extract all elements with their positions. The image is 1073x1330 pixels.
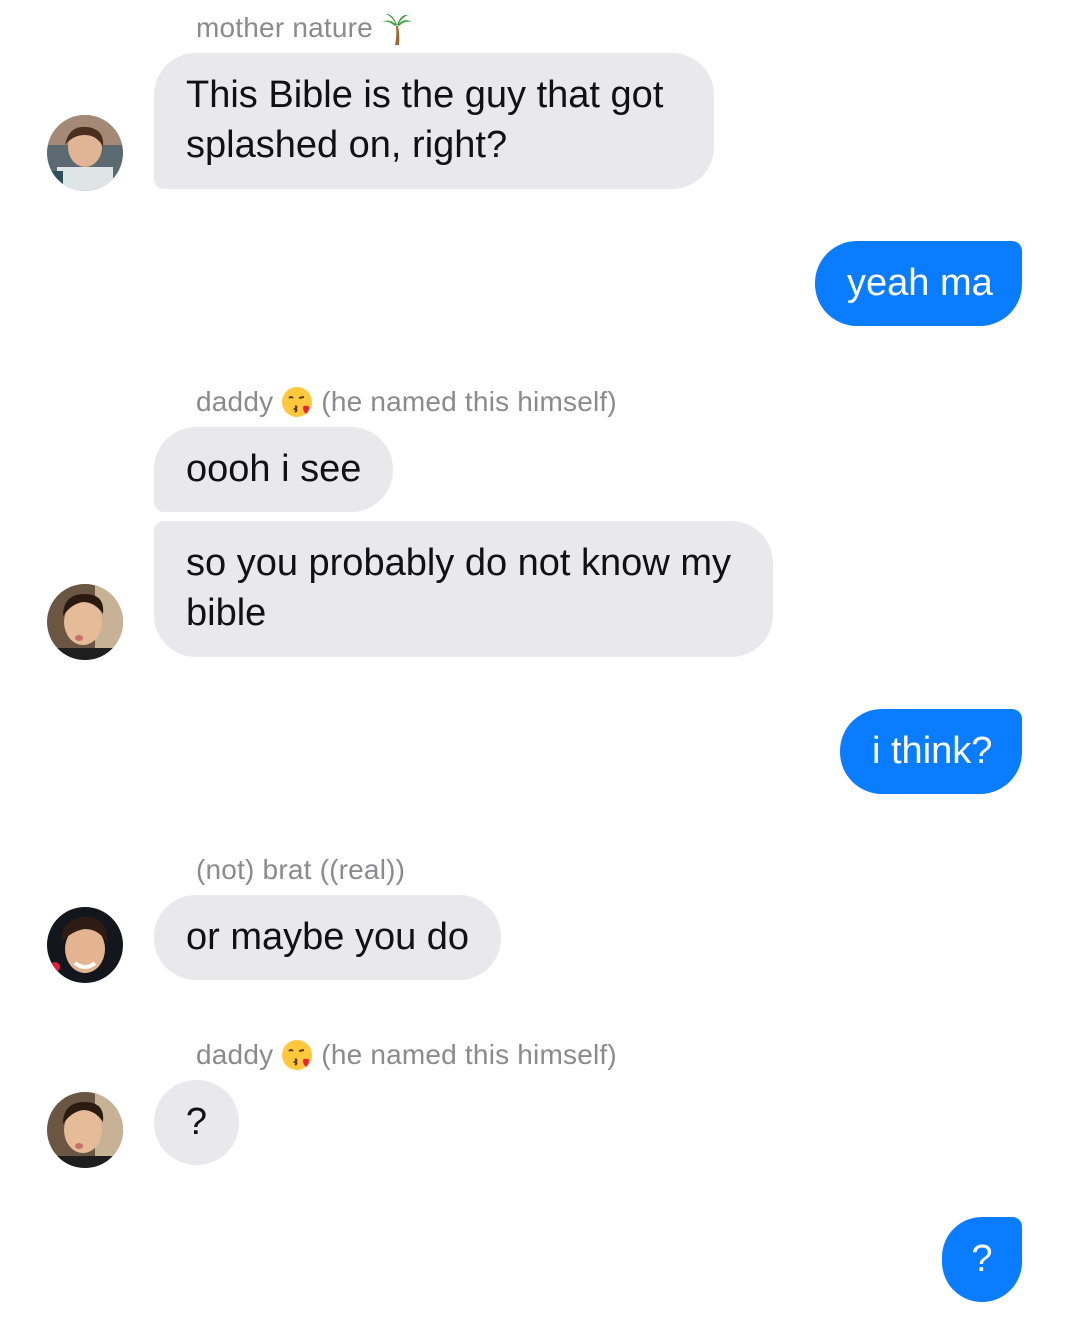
sender-note: (he named this himself)	[321, 1039, 617, 1070]
message-bubble[interactable]: oooh i see	[154, 427, 393, 512]
avatar[interactable]	[47, 907, 123, 983]
kissing-face-icon	[281, 386, 313, 418]
message-text-line: so you probably do not know my	[186, 542, 731, 584]
message-text-line: bible	[186, 592, 267, 634]
message-bubble[interactable]: yeah ma	[815, 241, 1022, 326]
sender-name-text: daddy	[196, 1039, 274, 1070]
message-text-line: splashed on, right?	[186, 124, 508, 166]
message-bubble[interactable]: ?	[942, 1217, 1022, 1302]
message-text: or maybe you do	[186, 916, 470, 958]
sender-note: (he named this himself)	[321, 386, 617, 417]
message-bubble[interactable]: i think?	[840, 709, 1022, 794]
message-text: ?	[971, 1238, 993, 1280]
avatar[interactable]	[47, 115, 123, 191]
sender-name: mother nature	[196, 12, 413, 45]
message-bubble[interactable]: This Bible is the guy that got splashed …	[154, 53, 714, 189]
message-text: oooh i see	[186, 448, 362, 490]
kissing-face-icon	[281, 1039, 313, 1071]
sender-name-text: daddy	[196, 386, 274, 417]
sender-name: daddy (he named this himself)	[196, 1039, 617, 1071]
avatar[interactable]	[47, 584, 123, 660]
message-text: ?	[185, 1101, 208, 1143]
message-text: i think?	[872, 730, 993, 772]
message-text: yeah ma	[847, 262, 993, 304]
sender-name: (not) brat ((real))	[196, 854, 405, 886]
message-bubble[interactable]: so you probably do not know my bible	[154, 521, 773, 657]
message-text-line: This Bible is the guy that got	[186, 74, 664, 116]
palm-tree-icon	[381, 12, 413, 45]
avatar[interactable]	[47, 1092, 123, 1168]
sender-name: daddy (he named this himself)	[196, 386, 617, 418]
sender-name-text: (not) brat ((real))	[196, 854, 406, 885]
sender-name-text: mother nature	[196, 12, 373, 43]
message-bubble[interactable]: or maybe you do	[154, 895, 501, 980]
message-bubble[interactable]: ?	[154, 1080, 239, 1165]
